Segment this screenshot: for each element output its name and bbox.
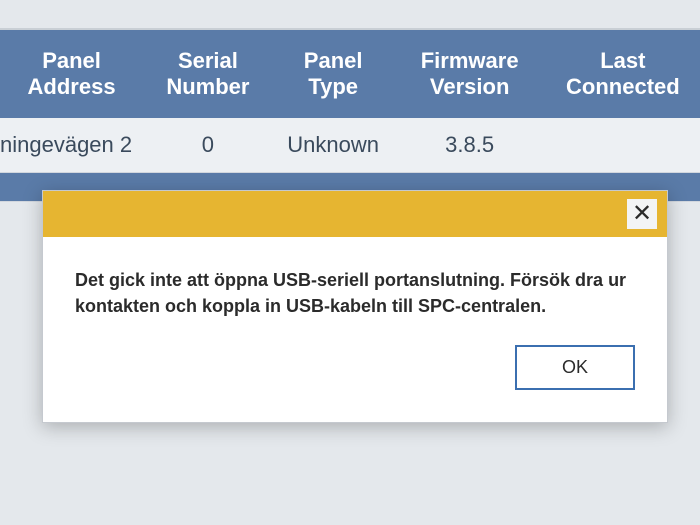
dialog-button-row: OK [43,345,667,422]
error-dialog: ✕ Det gick inte att öppna USB-seriell po… [42,190,668,423]
dialog-titlebar: ✕ [43,191,667,237]
panels-table: Panel Address Serial Number Panel Type F… [0,30,700,202]
table-row[interactable]: ningevägen 2 0 Unknown 3.8.5 [0,118,700,173]
col-last-connected: Last Connected [546,30,700,118]
col-firmware-version: Firmware Version [394,30,546,118]
col-panel-address: Panel Address [0,30,143,118]
dialog-close-button[interactable]: ✕ [627,199,657,229]
close-icon: ✕ [632,202,652,226]
cell-firmware-version: 3.8.5 [394,118,546,173]
table-header-row: Panel Address Serial Number Panel Type F… [0,30,700,118]
cell-panel-address: ningevägen 2 [0,118,143,173]
cell-last-connected [546,118,700,173]
dialog-message: Det gick inte att öppna USB-seriell port… [43,237,667,345]
cell-panel-type: Unknown [273,118,394,173]
cell-serial-number: 0 [143,118,273,173]
col-serial-number: Serial Number [143,30,273,118]
app-window: Panel Address Serial Number Panel Type F… [0,0,700,525]
col-panel-type: Panel Type [273,30,394,118]
ok-button[interactable]: OK [515,345,635,390]
top-divider [0,0,700,30]
